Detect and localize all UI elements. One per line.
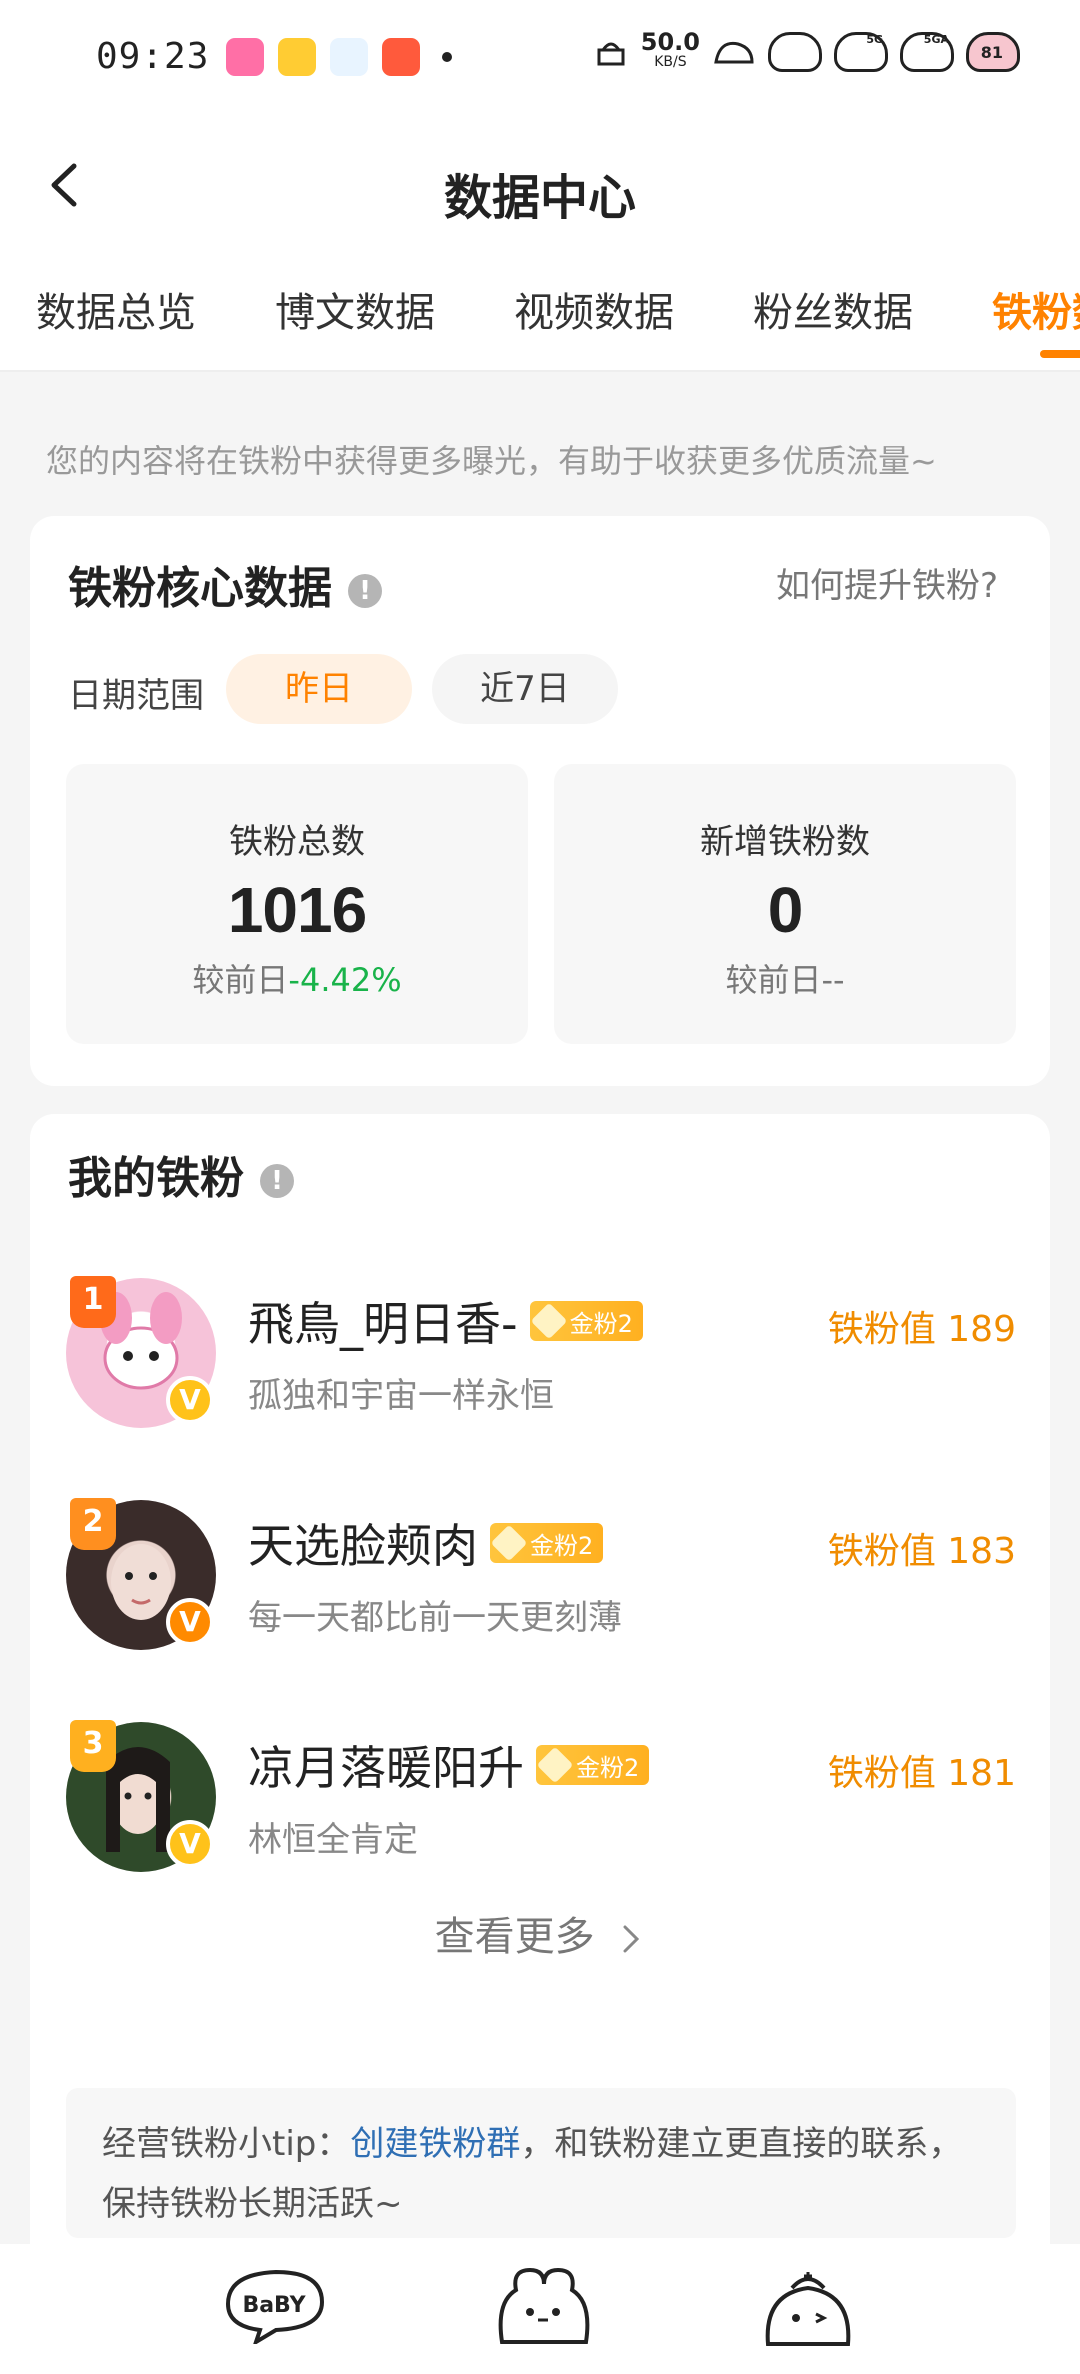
verified-badge: V [166, 1820, 214, 1868]
diamond-icon [536, 1746, 574, 1784]
status-time: 09:23 [96, 36, 210, 77]
fan-name[interactable]: 天选脸颊肉 金粉2 [248, 1510, 604, 1576]
bottom-nav-bar: BaBY [0, 2244, 1080, 2374]
exposure-hint: 您的内容将在铁粉中获得更多曝光，有助于收获更多优质流量~ [46, 442, 937, 480]
status-right: 50.0 KB/S 5G 5GA 81 [593, 28, 1020, 72]
chip-last-7-days[interactable]: 近7日 [432, 654, 618, 724]
stat-label: 新增铁粉数 [700, 822, 870, 862]
signal-5ga-icon: 5GA [900, 32, 954, 72]
fan-name-text: 飛鳥_明日香- [248, 1297, 518, 1351]
rank-badge: 3 [70, 1720, 116, 1772]
date-range-label: 日期范围 [68, 676, 204, 716]
verified-badge: V [166, 1598, 214, 1646]
fan-signature: 每一天都比前一天更刻薄 [248, 1598, 622, 1638]
nav-nurse-sticker[interactable] [758, 2264, 858, 2358]
view-more-label: 查看更多 [434, 1914, 595, 1960]
fan-name[interactable]: 飛鳥_明日香- 金粉2 [248, 1288, 643, 1354]
stat-new-fans: 新增铁粉数 0 较前日-- [554, 764, 1016, 1044]
page-title: 数据中心 [443, 170, 636, 226]
stat-label: 铁粉总数 [229, 822, 365, 862]
tab-bar: 数据总览 博文数据 视频数据 粉丝数据 铁粉数据 [0, 250, 1080, 372]
weibo-app-icon [278, 38, 316, 76]
stat-total-fans: 铁粉总数 1016 较前日-4.42% [66, 764, 528, 1044]
tab-video-data[interactable]: 视频数据 [514, 280, 674, 338]
network-speed: 50.0 KB/S [640, 28, 700, 70]
fan-name-text: 凉月落暖阳升 [248, 1741, 524, 1795]
tab-fan-data[interactable]: 粉丝数据 [753, 280, 913, 338]
stat-value: 1016 [227, 874, 367, 946]
tab-post-data[interactable]: 博文数据 [275, 280, 435, 338]
nav-frog-sticker[interactable] [488, 2264, 598, 2358]
status-app-icons [226, 38, 452, 76]
stat-value: 0 [767, 874, 804, 946]
fan-signature: 孤独和宇宙一样永恒 [248, 1376, 554, 1416]
fans-title-text: 我的铁粉 [68, 1153, 244, 1204]
info-icon[interactable]: ! [260, 1164, 294, 1198]
nurse-doodle-icon [765, 2272, 851, 2346]
status-bar: 09:23 50.0 KB/S 5G 5GA 81 [0, 0, 1080, 120]
notification-app-icon [382, 38, 420, 76]
svg-text:BaBY: BaBY [242, 2293, 306, 2318]
stat-compare: 较前日-4.42% [192, 961, 402, 999]
my-iron-fans-card: 我的铁粉! 1 V 飛鳥_明日香- 金粉2 孤独和宇宙一样永恒 铁粉值 189 [30, 1114, 1050, 2374]
fan-list-item[interactable]: 1 V 飛鳥_明日香- 金粉2 孤独和宇宙一样永恒 铁粉值 189 [66, 1276, 1016, 1438]
nav-baby-sticker[interactable]: BaBY [218, 2264, 328, 2348]
gold-fan-badge: 金粉2 [529, 1301, 643, 1341]
diamond-icon [490, 1524, 528, 1562]
info-icon[interactable]: ! [348, 574, 382, 608]
fan-name[interactable]: 凉月落暖阳升 金粉2 [248, 1732, 650, 1798]
tip-prefix: 经营铁粉小tip： [102, 2124, 351, 2164]
chevron-right-icon [623, 1925, 640, 1953]
fan-score: 铁粉值 181 [827, 1753, 1016, 1794]
baby-doodle-icon: BaBY [225, 2269, 325, 2347]
tab-iron-fan-data[interactable]: 铁粉数据 [992, 280, 1080, 338]
fan-list-item[interactable]: 2 V 天选脸颊肉 金粉2 每一天都比前一天更刻薄 铁粉值 183 [66, 1498, 1016, 1660]
fan-score: 铁粉值 183 [827, 1531, 1016, 1572]
gold-fan-badge: 金粉2 [536, 1745, 650, 1785]
fan-list-item[interactable]: 3 V 凉月落暖阳升 金粉2 林恒全肯定 铁粉值 181 [66, 1720, 1016, 1882]
diamond-icon [530, 1302, 567, 1340]
fan-name-text: 天选脸颊肉 [248, 1519, 478, 1573]
bilibili-app-icon [226, 38, 264, 76]
core-card-title: 铁粉核心数据! [68, 552, 382, 616]
core-title-text: 铁粉核心数据 [68, 563, 332, 614]
create-fan-group-link[interactable]: 创建铁粉群 [350, 2124, 520, 2164]
page-header: 数据中心 [0, 120, 1080, 250]
chip-yesterday[interactable]: 昨日 [226, 654, 412, 724]
rank-badge: 2 [70, 1498, 116, 1550]
map-app-icon [330, 38, 368, 76]
rank-badge: 1 [70, 1276, 116, 1328]
cake-icon [597, 42, 625, 66]
active-tab-indicator [1040, 350, 1080, 358]
fan-signature: 林恒全肯定 [248, 1820, 418, 1860]
frog-doodle-icon [498, 2267, 590, 2344]
view-more-button[interactable]: 查看更多 [30, 1904, 1050, 1962]
verified-badge: V [166, 1376, 214, 1424]
more-notifications-dot [442, 52, 452, 62]
fan-score: 铁粉值 189 [827, 1309, 1016, 1350]
battery-icon: 81 [966, 32, 1020, 72]
signal-5g-icon: 5G [834, 32, 888, 72]
stat-compare: 较前日-- [725, 961, 845, 999]
fans-card-title: 我的铁粉! [68, 1142, 294, 1206]
doodle-frog-icon [768, 32, 822, 72]
iron-fan-tip: 经营铁粉小tip：创建铁粉群，和铁粉建立更直接的联系，保持铁粉长期活跃~ [66, 2088, 1016, 2238]
doodle-wifi-icon [714, 41, 754, 64]
gold-fan-badge: 金粉2 [490, 1523, 604, 1563]
how-to-improve-link[interactable]: 如何提升铁粉? [776, 558, 998, 607]
tab-overview[interactable]: 数据总览 [36, 280, 196, 338]
iron-fan-core-card: 铁粉核心数据! 如何提升铁粉? 日期范围 昨日 近7日 铁粉总数 1016 较前… [30, 516, 1050, 1086]
